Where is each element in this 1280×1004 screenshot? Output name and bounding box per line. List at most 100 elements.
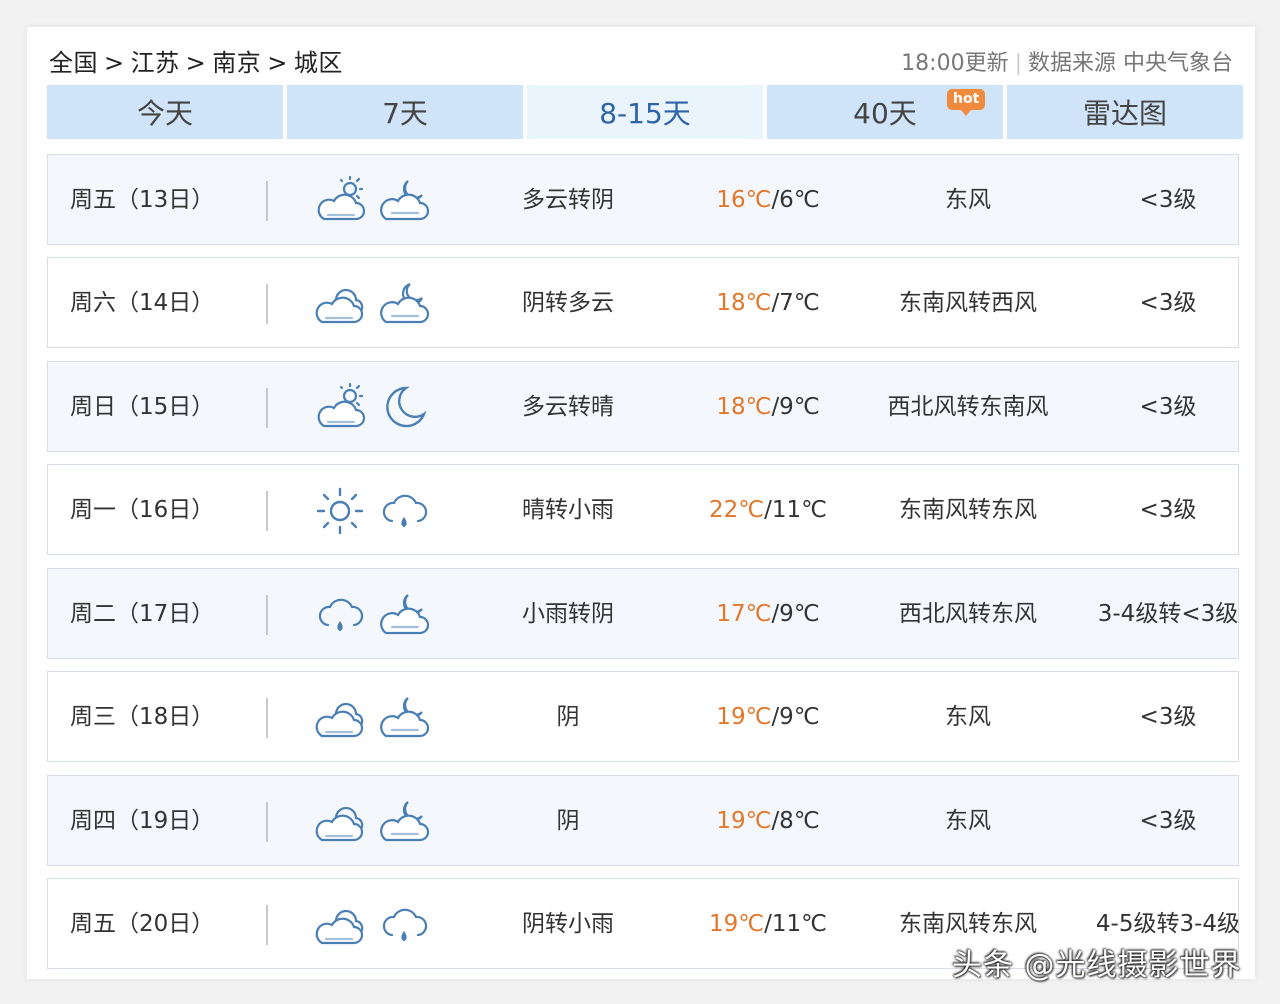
- forecast-row: 周日（15日） 多云转晴 18℃/9℃ 西北风转东南风 <3级: [47, 361, 1239, 452]
- weather-description: 阴: [556, 704, 580, 730]
- low-temp: /9℃: [771, 601, 820, 627]
- weather-description: 多云转晴: [522, 394, 614, 420]
- high-temp: 16℃: [716, 187, 772, 213]
- temperature: 17℃/9℃: [688, 569, 848, 660]
- breadcrumb-item-city[interactable]: 南京: [212, 49, 261, 77]
- weather-icons: [314, 796, 434, 848]
- weather-icons: [314, 278, 434, 330]
- forecast-row: 周三（18日） 阴 19℃/9℃ 东风 <3级: [47, 671, 1239, 762]
- day-label: 周日（15日）: [70, 394, 215, 420]
- update-time: 18:00更新: [901, 51, 1009, 76]
- wind-direction: 西北风转东风: [899, 601, 1037, 627]
- forecast-row: 周五（13日） 多云转阴 16℃/6℃ 东风 <3级: [47, 154, 1239, 245]
- hot-badge: hot: [947, 89, 986, 116]
- low-temp: /9℃: [771, 704, 820, 730]
- tab-8-15-days[interactable]: 8-15天: [527, 85, 763, 139]
- breadcrumb-separator: >: [185, 49, 207, 77]
- breadcrumb-separator: >: [104, 49, 125, 77]
- meta-divider: |: [1014, 51, 1022, 76]
- row-divider: [266, 802, 268, 842]
- wind-direction: 西北风转东南风: [887, 394, 1049, 420]
- cloudy-night-icon: [380, 282, 430, 324]
- temperature: 18℃/7℃: [688, 258, 848, 349]
- tab-40-days-label: 40天: [853, 97, 917, 130]
- temperature: 18℃/9℃: [688, 362, 848, 453]
- wind-level: <3级: [1139, 704, 1197, 730]
- clear-night-moon-icon: [386, 386, 427, 428]
- light-rain-icon: [318, 598, 364, 632]
- wind-direction: 东南风转东风: [899, 497, 1037, 523]
- partly-cloudy-day-icon: [317, 382, 366, 428]
- row-divider: [266, 905, 268, 945]
- weather-description: 晴转小雨: [522, 497, 614, 523]
- day-label: 周三（18日）: [70, 704, 215, 730]
- temperature: 22℃/11℃: [688, 465, 848, 556]
- partly-cloudy-day-icon: [317, 175, 366, 221]
- light-rain-icon: [382, 494, 428, 528]
- weather-icons: [314, 175, 434, 227]
- cloudy-icon: [315, 288, 364, 324]
- weather-description: 阴转小雨: [522, 911, 614, 937]
- wind-level: <3级: [1139, 394, 1197, 420]
- weather-icons: [314, 382, 434, 434]
- sun-icon: [316, 487, 364, 535]
- breadcrumb-item-district[interactable]: 城区: [294, 49, 343, 77]
- partly-cloudy-night-icon: [380, 180, 430, 221]
- wind-direction: 东风: [945, 808, 991, 834]
- weather-description: 阴转多云: [522, 290, 614, 316]
- tab-today[interactable]: 今天: [47, 85, 283, 139]
- partly-cloudy-night-icon: [380, 697, 430, 738]
- row-divider: [266, 284, 268, 324]
- wind-level: <3级: [1139, 290, 1197, 316]
- high-temp: 17℃: [716, 601, 772, 627]
- breadcrumb: 全国 > 江苏 > 南京 > 城区: [49, 43, 343, 78]
- light-rain-icon: [382, 908, 428, 942]
- high-temp: 22℃: [709, 497, 765, 523]
- high-temp: 19℃: [716, 808, 772, 834]
- row-divider: [266, 491, 268, 531]
- day-label: 周五（13日）: [70, 187, 215, 213]
- day-label: 周四（19日）: [70, 808, 215, 834]
- cloudy-icon: [315, 806, 364, 842]
- weather-description: 多云转阴: [522, 187, 614, 213]
- weather-description: 阴: [556, 808, 580, 834]
- data-source: 数据来源 中央气象台: [1028, 51, 1233, 76]
- forecast-row: 周一（16日） 晴转小雨 22℃/11℃ 东南风转东风 <3级: [47, 464, 1239, 555]
- partly-cloudy-night-icon: [380, 594, 430, 635]
- watermark: 头条 @光线摄影世界: [952, 948, 1242, 983]
- temperature: 19℃/11℃: [688, 879, 848, 970]
- high-temp: 19℃: [716, 704, 772, 730]
- high-temp: 18℃: [716, 394, 772, 420]
- weather-description: 小雨转阴: [522, 601, 614, 627]
- temperature: 19℃/9℃: [688, 672, 848, 763]
- day-label: 周二（17日）: [70, 601, 215, 627]
- top-bar: 全国 > 江苏 > 南京 > 城区 18:00更新 | 数据来源 中央气象台: [27, 27, 1255, 85]
- low-temp: /11℃: [764, 911, 827, 937]
- wind-level: 3-4级转<3级: [1097, 601, 1239, 627]
- temperature: 16℃/6℃: [688, 155, 848, 246]
- weather-icons: [314, 692, 434, 744]
- row-divider: [266, 595, 268, 635]
- breadcrumb-item-province[interactable]: 江苏: [131, 49, 180, 77]
- low-temp: /8℃: [771, 808, 820, 834]
- forecast-row: 周六（14日） 阴转多云 18℃/7℃ 东南风转西风 <3级: [47, 257, 1239, 348]
- wind-direction: 东南风转西风: [899, 290, 1037, 316]
- tab-radar[interactable]: 雷达图: [1007, 85, 1243, 139]
- low-temp: /9℃: [771, 394, 820, 420]
- breadcrumb-item-country[interactable]: 全国: [49, 49, 98, 77]
- cloudy-icon: [315, 909, 364, 945]
- row-divider: [266, 698, 268, 738]
- wind-level: <3级: [1139, 497, 1197, 523]
- weather-icons: [314, 485, 434, 537]
- day-label: 周五（20日）: [70, 911, 215, 937]
- weather-icons: [314, 899, 434, 951]
- tab-7-days[interactable]: 7天: [287, 85, 523, 139]
- forecast-tabs: 今天 7天 8-15天 40天 hot 雷达图: [47, 85, 1243, 139]
- row-divider: [266, 388, 268, 428]
- wind-direction: 东风: [945, 704, 991, 730]
- temperature: 19℃/8℃: [688, 776, 848, 867]
- day-label: 周一（16日）: [70, 497, 215, 523]
- tab-40-days[interactable]: 40天 hot: [767, 85, 1003, 139]
- weather-card: 全国 > 江苏 > 南京 > 城区 18:00更新 | 数据来源 中央气象台 今天 7天 8-1…: [27, 27, 1255, 979]
- forecast-row: 周四（19日） 阴 19℃/8℃ 东风 <3级: [47, 775, 1239, 866]
